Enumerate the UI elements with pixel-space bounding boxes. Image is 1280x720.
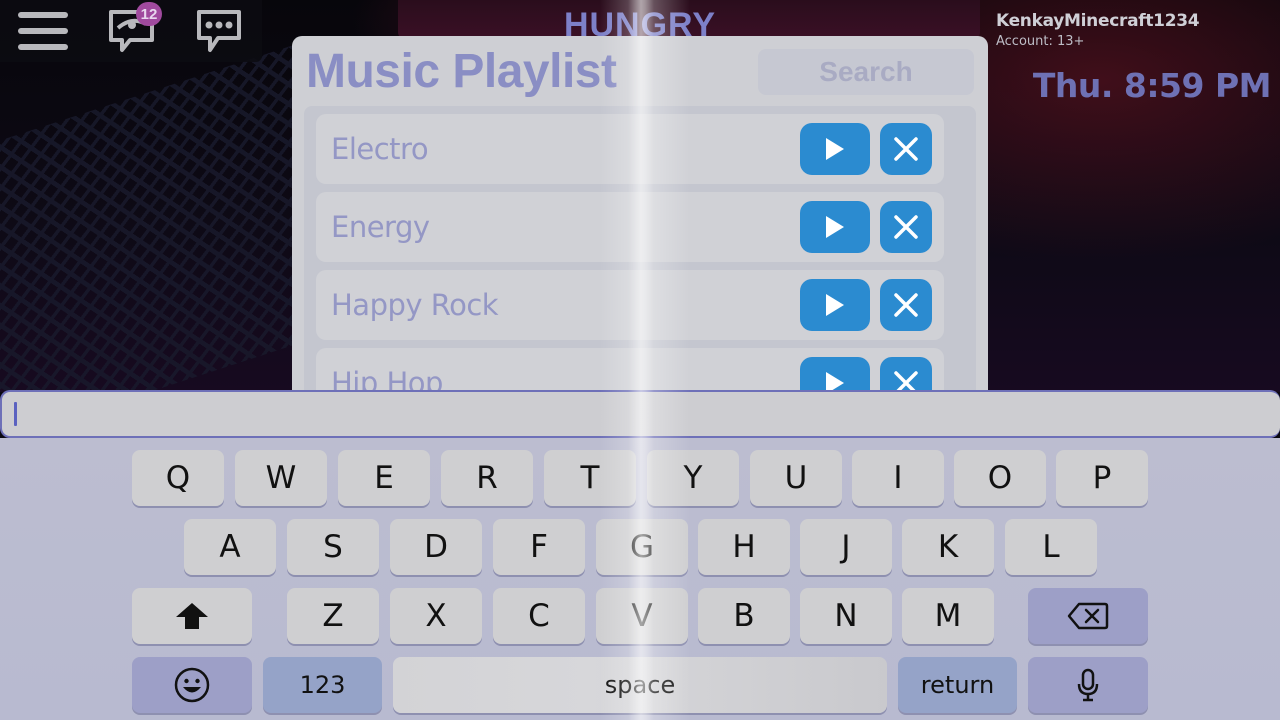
- dictation-key[interactable]: [1028, 657, 1148, 713]
- top-left-hud: 12: [0, 0, 262, 62]
- playlist-title: Music Playlist: [306, 45, 617, 98]
- close-icon: [894, 215, 918, 239]
- song-row: Happy Rock: [316, 270, 944, 340]
- playlist-search-input[interactable]: [758, 49, 974, 95]
- chat-notification-badge: 12: [136, 2, 162, 26]
- key-w[interactable]: W: [235, 450, 327, 506]
- key-p[interactable]: P: [1056, 450, 1148, 506]
- close-icon: [894, 137, 918, 161]
- song-name: Hip Hop: [331, 366, 443, 396]
- key-a[interactable]: A: [184, 519, 276, 575]
- backspace-key[interactable]: [1028, 588, 1148, 644]
- key-b[interactable]: B: [698, 588, 790, 644]
- key-y[interactable]: Y: [647, 450, 739, 506]
- play-song-button[interactable]: [800, 201, 870, 253]
- key-h[interactable]: H: [698, 519, 790, 575]
- key-g[interactable]: G: [596, 519, 688, 575]
- song-name: Energy: [331, 210, 430, 244]
- key-v[interactable]: V: [596, 588, 688, 644]
- song-name: Electro: [331, 132, 429, 166]
- key-u[interactable]: U: [750, 450, 842, 506]
- microphone-icon: [1077, 668, 1099, 702]
- song-row: Energy: [316, 192, 944, 262]
- text-input-field[interactable]: [12, 398, 1272, 430]
- numbers-key[interactable]: 123: [263, 657, 382, 713]
- play-song-button[interactable]: [800, 279, 870, 331]
- play-icon: [826, 138, 844, 160]
- key-k[interactable]: K: [902, 519, 994, 575]
- username-label: KenkayMinecraft1234: [996, 11, 1200, 31]
- backspace-icon: [1067, 602, 1109, 630]
- play-icon: [826, 294, 844, 316]
- music-playlist-panel: Music Playlist Electro Energy Happy Rock: [292, 36, 988, 396]
- key-i[interactable]: I: [852, 450, 944, 506]
- remove-song-button[interactable]: [880, 123, 932, 175]
- account-age-label: Account: 13+: [996, 34, 1085, 49]
- hamburger-menu-icon[interactable]: [18, 8, 68, 54]
- close-icon: [894, 293, 918, 317]
- play-song-button[interactable]: [800, 123, 870, 175]
- shift-key[interactable]: [132, 588, 252, 644]
- key-c[interactable]: C: [493, 588, 585, 644]
- chat-text-input-bar: [0, 390, 1280, 438]
- key-l[interactable]: L: [1005, 519, 1097, 575]
- return-key[interactable]: return: [898, 657, 1017, 713]
- song-row: Hip Hop: [316, 348, 944, 396]
- key-s[interactable]: S: [287, 519, 379, 575]
- text-caret: [14, 402, 17, 426]
- key-r[interactable]: R: [441, 450, 533, 506]
- key-j[interactable]: J: [800, 519, 892, 575]
- key-o[interactable]: O: [954, 450, 1046, 506]
- key-d[interactable]: D: [390, 519, 482, 575]
- space-key[interactable]: space: [393, 657, 887, 713]
- play-icon: [826, 216, 844, 238]
- onscreen-keyboard: Q W E R T Y U I O P A S D F G H J K L Z …: [0, 438, 1280, 720]
- remove-song-button[interactable]: [880, 279, 932, 331]
- song-row: Electro: [316, 114, 944, 184]
- key-q[interactable]: Q: [132, 450, 224, 506]
- song-name: Happy Rock: [331, 288, 499, 322]
- emoji-icon: [174, 667, 210, 703]
- key-t[interactable]: T: [544, 450, 636, 506]
- remove-song-button[interactable]: [880, 201, 932, 253]
- shift-arrow-icon: [176, 603, 208, 629]
- emoji-key[interactable]: [132, 657, 252, 713]
- key-m[interactable]: M: [902, 588, 994, 644]
- key-n[interactable]: N: [800, 588, 892, 644]
- key-x[interactable]: X: [390, 588, 482, 644]
- key-f[interactable]: F: [493, 519, 585, 575]
- key-e[interactable]: E: [338, 450, 430, 506]
- chat-ellipsis-icon[interactable]: [196, 8, 246, 54]
- in-game-clock: Thu. 8:59 PM: [1032, 66, 1272, 105]
- song-list[interactable]: Electro Energy Happy Rock Hip Hop: [304, 106, 976, 396]
- key-z[interactable]: Z: [287, 588, 379, 644]
